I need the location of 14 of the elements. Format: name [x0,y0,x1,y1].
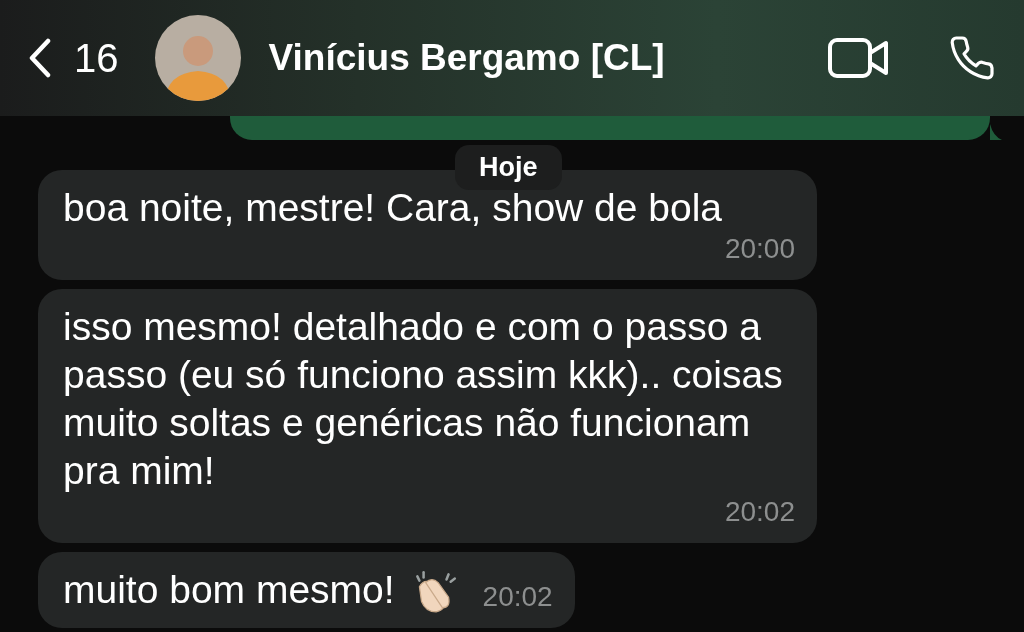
phone-icon [948,34,996,82]
contact-name[interactable]: Vinícius Bergamo [CL] [268,37,770,79]
video-call-button[interactable] [828,37,890,79]
message-time: 20:02 [723,495,795,529]
message-text: isso mesmo! detalhado e com o passo a passo (eu só funciono assim kkk).. coisas muito soltas e genéricas não funcionam pra mim! [63,304,784,494]
date-divider: Hoje [455,145,562,190]
bubble-tail [990,124,1002,140]
video-camera-icon [828,37,890,79]
message-time: 20:00 [723,232,795,266]
chevron-left-icon [28,38,52,78]
back-button[interactable]: 16 [28,35,119,81]
message-time: 20:02 [481,580,553,614]
message-text: muito bom mesmo! [63,567,395,613]
voice-call-button[interactable] [948,34,996,82]
